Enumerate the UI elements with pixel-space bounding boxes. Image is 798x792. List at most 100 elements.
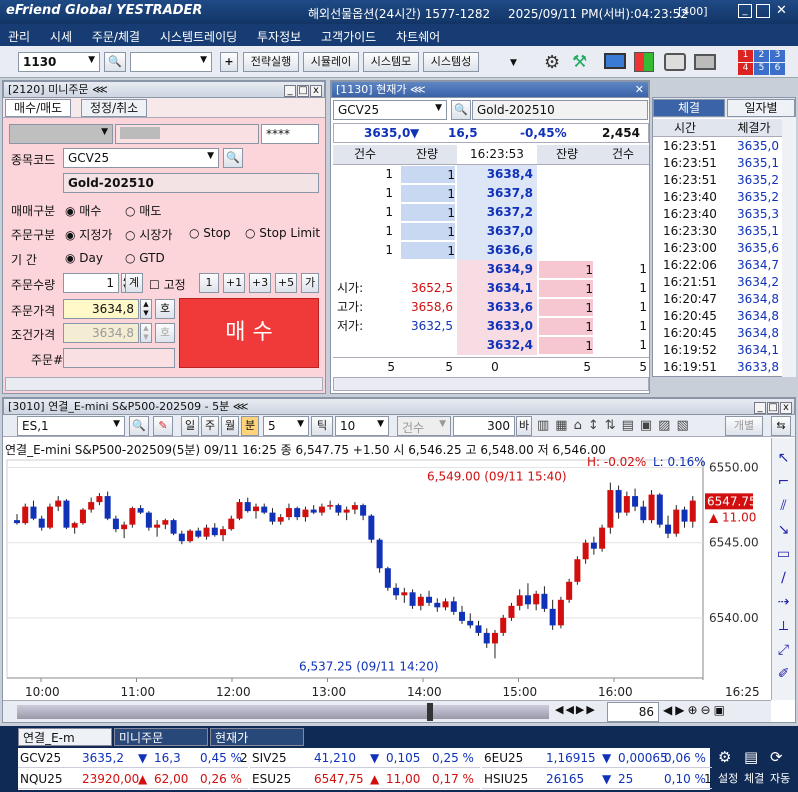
dropdown-arrow-icon[interactable]: ▼: [510, 58, 517, 68]
cond-price-input[interactable]: 3634,8: [63, 323, 139, 343]
trades-label[interactable]: 체결: [744, 770, 764, 786]
symbol-select[interactable]: ES,1 ▼: [17, 416, 125, 436]
period-month[interactable]: 월: [221, 416, 239, 436]
minimize-icon[interactable]: _: [738, 4, 752, 18]
qty-input[interactable]: 1: [63, 273, 119, 293]
bottom-tab[interactable]: 미니주문: [114, 728, 208, 746]
qty-step-button[interactable]: +1: [223, 273, 245, 293]
radio-buy[interactable]: ◉ 매수: [65, 202, 101, 219]
tab-buy-sell[interactable]: 매수/매도: [5, 99, 72, 117]
tools-icon[interactable]: ⚒: [572, 52, 587, 72]
period-week[interactable]: 주: [201, 416, 219, 436]
manual-button[interactable]: 개별: [725, 416, 763, 436]
zoom-input[interactable]: 86: [607, 702, 659, 722]
menu-item[interactable]: 시스템트레이딩: [152, 24, 245, 45]
qty-step-button[interactable]: +3: [249, 273, 271, 293]
ticker-item[interactable]: GCV253635,2▼16,30,45 %2,: [18, 748, 248, 768]
magnet-icon[interactable]: ✎: [153, 416, 173, 436]
price-tick-button[interactable]: 호: [155, 299, 175, 319]
radio-sell[interactable]: ○ 매도: [125, 202, 161, 219]
settings-label[interactable]: 설정: [718, 770, 738, 786]
monitor-icon[interactable]: [604, 53, 626, 69]
bid-row[interactable]: 시가: 3652,5 3634,1 1 1: [333, 279, 649, 298]
radio-stop-limit[interactable]: ○ Stop Limit: [245, 226, 320, 240]
bid-row[interactable]: 3634,9 1 1: [333, 260, 649, 279]
maximize-icon[interactable]: [756, 4, 770, 18]
refresh-icon[interactable]: ⟳: [770, 748, 783, 766]
scroll-buttons[interactable]: ◀◀▶▶: [555, 703, 597, 716]
gear-icon[interactable]: ⚙: [718, 748, 731, 766]
ticker-item[interactable]: SIV25 41,210 ▼ 0,105 0,25 %: [250, 748, 480, 768]
tab-daily[interactable]: 일자별: [727, 99, 795, 117]
tab-trades[interactable]: 체결: [653, 99, 725, 117]
bar-button[interactable]: 바: [516, 416, 532, 436]
password-field[interactable]: ****: [261, 124, 319, 144]
bid-row[interactable]: 3632,4 1 1: [333, 336, 649, 355]
buy-button[interactable]: 매 수: [179, 298, 319, 368]
settings-icon[interactable]: ⇆: [771, 416, 791, 436]
ask-row[interactable]: 1 1 3637,8: [333, 184, 649, 203]
ticker-item[interactable]: 6EU25 1,16915 ▼ 0,00065 0,06 %: [482, 748, 712, 768]
qty-calc-button[interactable]: 계: [125, 273, 143, 293]
interval-select[interactable]: 5 ▼: [263, 416, 309, 436]
qty-step-button[interactable]: 가: [301, 273, 319, 293]
gear-icon[interactable]: ⚙: [544, 52, 560, 73]
camera-icon[interactable]: [664, 53, 686, 71]
ticker-item[interactable]: HSIU2526165▼250,10 %100,9: [482, 769, 712, 789]
fix-checkbox[interactable]: ☐ 고정: [149, 276, 186, 293]
radio-market[interactable]: ○ 시장가: [125, 226, 172, 243]
bottom-tab[interactable]: 연결_E-m: [18, 728, 112, 746]
ticker-item[interactable]: NQU25 23920,00 ▲ 62,00 0,26 %: [18, 769, 248, 789]
ask-row[interactable]: 1 1 3638,4: [333, 165, 649, 184]
screen-name-select[interactable]: ▼: [130, 52, 212, 72]
candlestick-chart[interactable]: 6550.00 6545.00 6540.00 10:00 11:00 12:00 13:0…: [3, 456, 771, 698]
tick-button[interactable]: 틱: [311, 416, 333, 436]
ask-row[interactable]: 1 1 3637,0: [333, 222, 649, 241]
count-select[interactable]: 건수 ▼: [397, 416, 451, 436]
ask-row[interactable]: 1 1 3636,6: [333, 241, 649, 260]
screen-layout-grid[interactable]: 1 2 3 4 5 6: [738, 50, 786, 76]
radio-limit[interactable]: ◉ 지정가: [65, 226, 112, 243]
toolbar-button[interactable]: 시스템성: [423, 52, 479, 72]
menu-item[interactable]: 고객가이드: [313, 24, 384, 45]
drawing-tool-icons[interactable]: ↖ ⌐ ⫽ ↘ ▭ ∕ ⇢ ⟂ ⤢ ✐: [775, 446, 792, 686]
period-minute[interactable]: 분: [241, 416, 259, 436]
radio-stop[interactable]: ○ Stop: [189, 226, 231, 240]
bid-row[interactable]: 고가: 3658,6 3633,6 1 1: [333, 298, 649, 317]
toolbar-button[interactable]: 시스템모: [363, 52, 419, 72]
auto-label[interactable]: 자동: [770, 770, 790, 786]
menu-item[interactable]: 투자정보: [249, 24, 309, 45]
list-icon[interactable]: ▤: [744, 748, 758, 766]
search-icon[interactable]: 🔍: [129, 416, 149, 436]
period-day[interactable]: 일: [181, 416, 199, 436]
cond-price-tick-button[interactable]: 호: [155, 323, 175, 343]
code-input[interactable]: GCV25 ▼: [63, 148, 219, 168]
printer-icon[interactable]: [694, 54, 716, 70]
radio-day[interactable]: ◉ Day: [65, 251, 103, 265]
radio-gtd[interactable]: ○ GTD: [125, 251, 165, 265]
tab-modify-cancel[interactable]: 정정/취소: [81, 99, 148, 117]
scrollbar[interactable]: [333, 377, 649, 391]
qty-step-button[interactable]: 1: [199, 273, 219, 293]
chart-scrollbar[interactable]: ◀◀▶▶ 86 ◀▶⊕⊖▣: [3, 700, 771, 722]
account-select[interactable]: ▼: [9, 124, 113, 144]
chart-tool-icons[interactable]: ▥▦⌂↕⇅▤▣▨▧: [537, 418, 717, 434]
menu-item[interactable]: 관리: [0, 24, 38, 45]
ask-row[interactable]: 1 1 3637,2: [333, 203, 649, 222]
grid-icon[interactable]: [634, 52, 654, 72]
search-icon[interactable]: 🔍: [451, 100, 471, 120]
bottom-tab[interactable]: 현재가: [210, 728, 304, 746]
quote-code-select[interactable]: GCV25 ▼: [333, 100, 447, 120]
count-input[interactable]: 300: [453, 416, 515, 436]
search-icon[interactable]: 🔍: [104, 52, 126, 72]
menu-item[interactable]: 차트쉐어: [388, 24, 448, 45]
add-icon[interactable]: +: [220, 52, 238, 72]
menu-item[interactable]: 주문/체결: [84, 24, 148, 45]
ticker-item[interactable]: ESU25 6547,75 ▲ 11,00 0,17 %: [250, 769, 480, 789]
price-stepper[interactable]: ▲ ▼: [140, 299, 152, 319]
price-input[interactable]: 3634,8: [63, 299, 139, 319]
zoom-buttons[interactable]: ◀▶⊕⊖▣: [663, 703, 728, 717]
cond-price-stepper[interactable]: ▲ ▼: [140, 323, 152, 343]
search-icon[interactable]: 🔍: [223, 148, 243, 168]
screen-number-input[interactable]: 1130 ▼: [18, 52, 100, 72]
